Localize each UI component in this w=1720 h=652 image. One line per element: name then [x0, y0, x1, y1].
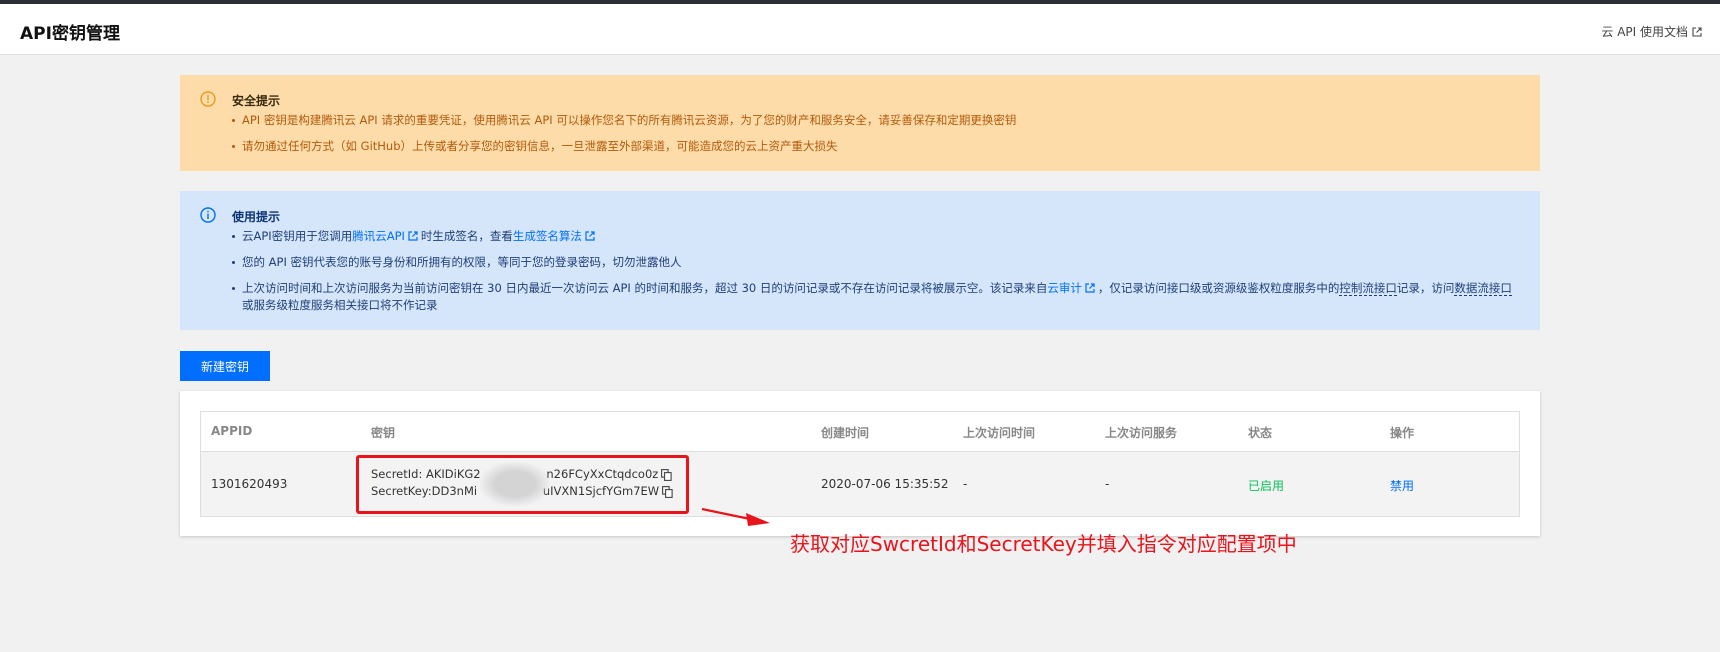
- info-icon: [200, 207, 216, 223]
- page-header: API密钥管理 云 API 使用文档: [0, 4, 1720, 55]
- list-item: API 密钥是构建腾讯云 API 请求的重要凭证，使用腾讯云 API 可以操作您…: [232, 112, 1522, 129]
- keys-table: APPID 密钥 创建时间 上次访问时间 上次访问服务 状态 操作 130162…: [200, 411, 1520, 517]
- usage-notice: 使用提示 云API密钥用于您调用腾讯云API 时生成签名，查看生成签名算法 您的 …: [180, 191, 1540, 330]
- data-flow-term[interactable]: 数据流接口: [1454, 281, 1512, 296]
- column-header-appid: APPID: [211, 424, 253, 438]
- text: 云API密钥用于您调用: [242, 229, 353, 243]
- usage-notice-list: 云API密钥用于您调用腾讯云API 时生成签名，查看生成签名算法 您的 API 密…: [232, 228, 1522, 323]
- new-key-button[interactable]: 新建密钥: [180, 351, 270, 381]
- api-doc-link[interactable]: 云 API 使用文档: [1601, 23, 1702, 40]
- cloud-audit-link[interactable]: 云审计: [1047, 281, 1082, 295]
- security-notice-title: 安全提示: [232, 94, 281, 108]
- security-notice: 安全提示 API 密钥是构建腾讯云 API 请求的重要凭证，使用腾讯云 API …: [180, 75, 1540, 171]
- column-header-created: 创建时间: [821, 426, 870, 440]
- text: 时生成签名，查看: [420, 229, 513, 243]
- list-item: 上次访问时间和上次访问服务为当前访问密钥在 30 日内最近一次访问云 API 的…: [232, 280, 1522, 314]
- appid-cell: 1301620493: [211, 477, 288, 491]
- text: ，仅记录访问接口级或资源级鉴权粒度服务中的: [1097, 281, 1340, 295]
- tencent-cloud-api-link[interactable]: 腾讯云API: [352, 229, 405, 243]
- column-header-action: 操作: [1390, 426, 1415, 440]
- key-cell: SecretId: AKIDiKG2 n26FCyXxCtqdco0z Secr…: [371, 466, 673, 500]
- text: 或服务级粒度服务相关接口将不作记录: [242, 298, 438, 312]
- warning-icon: [200, 91, 216, 107]
- secret-id: SecretId: AKIDiKG2 n26FCyXxCtqdco0z: [371, 467, 659, 481]
- status-badge: 已启用: [1248, 479, 1285, 493]
- annotation-arrow: [701, 507, 770, 526]
- column-header-last-access-service: 上次访问服务: [1105, 426, 1178, 440]
- text: 记录，访问: [1396, 281, 1455, 295]
- list-item: 云API密钥用于您调用腾讯云API 时生成签名，查看生成签名算法: [232, 228, 1522, 245]
- annotation-text: 获取对应SwcretId和SecretKey并填入指令对应配置项中: [790, 532, 1297, 556]
- signature-algorithm-link[interactable]: 生成签名算法: [513, 229, 582, 243]
- keys-panel: APPID 密钥 创建时间 上次访问时间 上次访问服务 状态 操作 130162…: [180, 391, 1540, 536]
- external-link-icon: [408, 231, 418, 241]
- usage-notice-title: 使用提示: [232, 210, 281, 224]
- list-item: 您的 API 密钥代表您的账号身份和所拥有的权限，等同于您的登录密码，切勿泄露他…: [232, 254, 1522, 271]
- external-link-icon: [585, 231, 595, 241]
- created-time-cell: 2020-07-06 15:35:52: [821, 477, 949, 491]
- last-access-service-cell: -: [1105, 477, 1110, 491]
- page-title: API密钥管理: [20, 24, 120, 44]
- external-link-icon: [1085, 283, 1095, 293]
- copy-icon[interactable]: [661, 468, 672, 481]
- table-header: APPID 密钥 创建时间 上次访问时间 上次访问服务 状态 操作: [201, 412, 1519, 452]
- disable-button[interactable]: 禁用: [1390, 477, 1414, 494]
- column-header-last-access-time: 上次访问时间: [963, 426, 1036, 440]
- text: 上次访问时间和上次访问服务为当前访问密钥在 30 日内最近一次访问云 API 的…: [242, 281, 1048, 295]
- control-flow-term[interactable]: 控制流接口: [1339, 281, 1397, 296]
- api-doc-link-label: 云 API 使用文档: [1601, 25, 1688, 39]
- list-item: 请勿通过任何方式（如 GitHub）上传或者分享您的密钥信息，一旦泄露至外部渠道…: [232, 138, 1522, 155]
- last-access-time-cell: -: [963, 477, 968, 491]
- secret-key: SecretKey:DD3nMi uIVXN1SjcfYGm7EW: [371, 484, 660, 498]
- external-link-icon: [1692, 26, 1702, 37]
- column-header-status: 状态: [1248, 426, 1273, 440]
- security-notice-list: API 密钥是构建腾讯云 API 请求的重要凭证，使用腾讯云 API 可以操作您…: [232, 112, 1522, 164]
- table-row: 1301620493 SecretId: AKIDiKG2 n26FCyXxCt…: [201, 452, 1519, 516]
- copy-icon[interactable]: [662, 485, 673, 498]
- column-header-key: 密钥: [371, 426, 396, 440]
